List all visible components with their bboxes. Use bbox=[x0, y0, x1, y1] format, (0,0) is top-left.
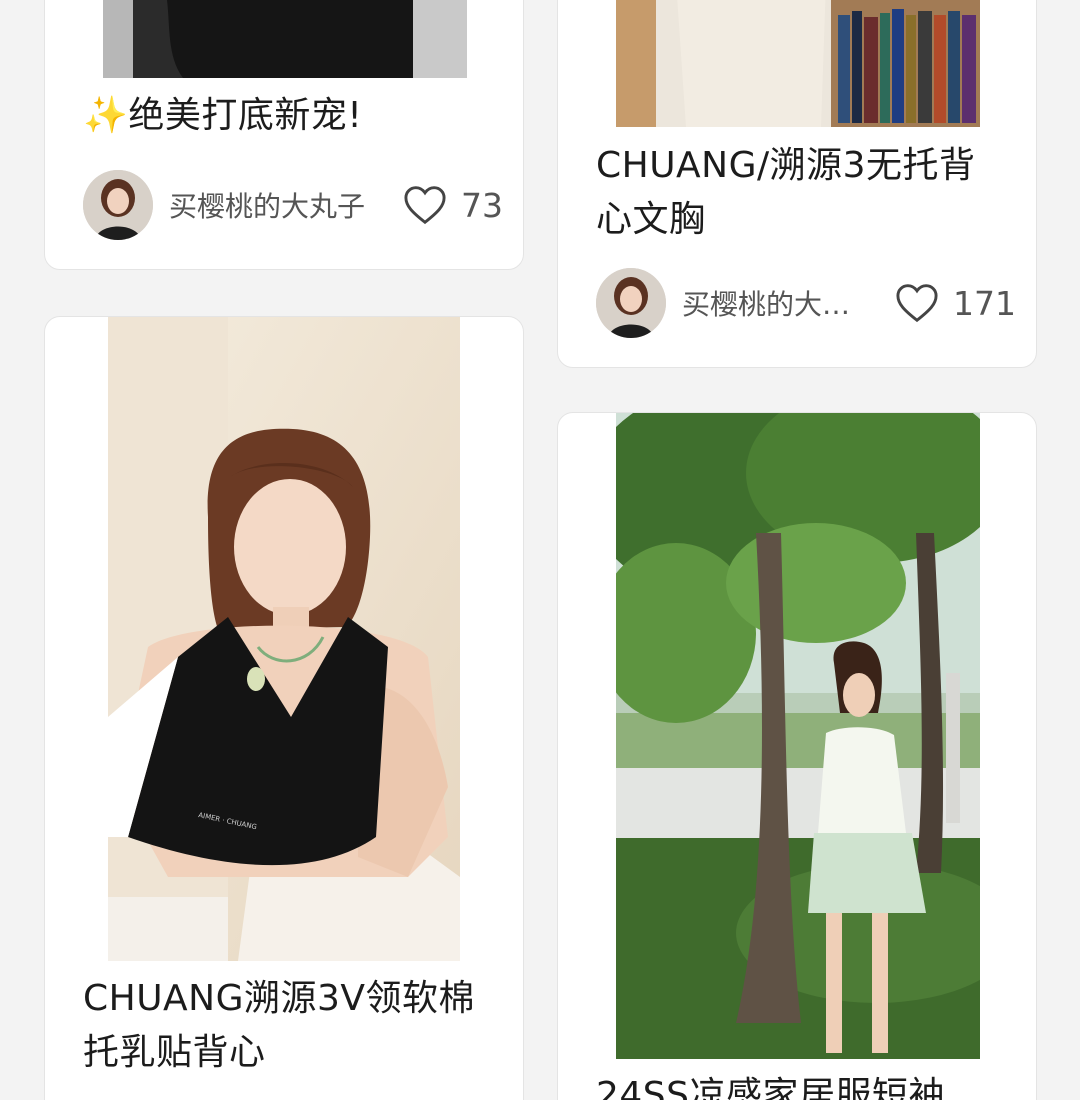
author-avatar[interactable] bbox=[596, 268, 666, 338]
like-button[interactable]: 73 bbox=[403, 185, 503, 225]
post-card[interactable]: CHUANG/溯源3无托背心文胸 买樱桃的大… 171 bbox=[557, 0, 1037, 368]
post-title[interactable]: CHUANG/溯源3无托背心文胸 bbox=[596, 139, 976, 247]
heart-outline-icon bbox=[404, 186, 446, 225]
post-meta: 买樱桃的大丸子 73 bbox=[83, 169, 503, 241]
post-title-text: 绝美打底新宠! bbox=[128, 95, 363, 136]
cover-illustration bbox=[103, 0, 467, 78]
cover-illustration: AIMER · CHUANG bbox=[108, 317, 460, 961]
post-cover-image[interactable]: AIMER · CHUANG bbox=[108, 317, 460, 961]
post-card[interactable]: ✨绝美打底新宠! 买樱桃的大丸子 73 bbox=[44, 0, 524, 270]
avatar-illustration bbox=[83, 170, 153, 240]
cover-illustration bbox=[616, 0, 980, 127]
post-meta: 买樱桃的大… 171 bbox=[596, 267, 1016, 339]
post-card[interactable]: 24SS凉感家居服短袖 bbox=[557, 412, 1037, 1100]
cover-illustration bbox=[616, 413, 980, 1059]
author-name[interactable]: 买樱桃的大丸子 bbox=[169, 185, 365, 225]
like-count: 73 bbox=[461, 185, 503, 225]
author-name[interactable]: 买樱桃的大… bbox=[682, 283, 850, 323]
avatar-illustration bbox=[596, 268, 666, 338]
post-title[interactable]: ✨绝美打底新宠! bbox=[83, 89, 503, 143]
heart-outline-icon bbox=[896, 284, 938, 323]
post-title[interactable]: 24SS凉感家居服短袖 bbox=[596, 1069, 996, 1100]
post-card[interactable]: AIMER · CHUANG CHUANG溯源3V领软棉托乳贴背心 bbox=[44, 316, 524, 1100]
post-title[interactable]: CHUANG溯源3V领软棉托乳贴背心 bbox=[83, 972, 483, 1080]
post-cover-image[interactable] bbox=[103, 0, 467, 78]
author-avatar[interactable] bbox=[83, 170, 153, 240]
post-cover-image[interactable] bbox=[616, 413, 980, 1059]
like-count: 171 bbox=[953, 283, 1016, 323]
sparkles-emoji: ✨ bbox=[83, 95, 129, 136]
post-feed: ✨绝美打底新宠! 买樱桃的大丸子 73 CHUANG/溯源3无托背心文胸 买樱桃… bbox=[0, 0, 1080, 1100]
post-cover-image[interactable] bbox=[616, 0, 980, 127]
like-button[interactable]: 171 bbox=[895, 283, 1016, 323]
